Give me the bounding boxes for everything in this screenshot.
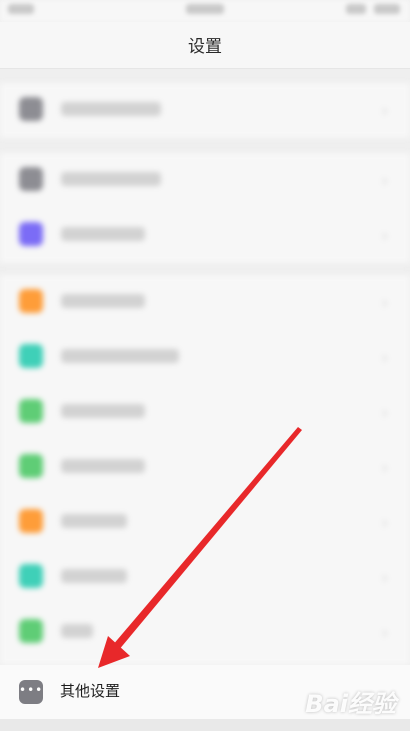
- page-title: 设置: [188, 37, 222, 57]
- row-label-blurred: [61, 102, 161, 116]
- row-label-blurred: [61, 294, 145, 308]
- settings-row[interactable]: ›: [0, 83, 410, 138]
- carrier-text: [8, 4, 34, 14]
- row-label-blurred: [61, 514, 127, 528]
- settings-row[interactable]: ›: [0, 208, 410, 263]
- chevron-right-icon: ›: [381, 458, 388, 477]
- settings-group-2: › ›: [0, 153, 410, 263]
- app-icon: [19, 344, 43, 368]
- settings-group-1: ›: [0, 83, 410, 138]
- row-label-blurred: [61, 624, 93, 638]
- settings-group-3: › › › › › › ›: [0, 275, 410, 665]
- chevron-right-icon: ›: [381, 513, 388, 532]
- row-label-blurred: [61, 459, 145, 473]
- settings-row[interactable]: ›: [0, 495, 410, 550]
- more-dots-icon: •••: [19, 680, 43, 704]
- chevron-right-icon: ›: [381, 348, 388, 367]
- settings-icon: [19, 167, 43, 191]
- app-icon: [19, 399, 43, 423]
- app-icon: [19, 289, 43, 313]
- row-label-blurred: [61, 172, 161, 186]
- settings-row[interactable]: ›: [0, 153, 410, 208]
- chevron-right-icon: ›: [381, 623, 388, 642]
- chevron-right-icon: ›: [381, 568, 388, 587]
- app-icon: [19, 454, 43, 478]
- chevron-right-icon: ›: [381, 171, 388, 190]
- settings-icon: [19, 97, 43, 121]
- navigation-bar: 设置: [0, 22, 410, 69]
- settings-row[interactable]: ›: [0, 330, 410, 385]
- settings-row[interactable]: ›: [0, 550, 410, 605]
- chevron-right-icon: ›: [381, 293, 388, 312]
- app-icon: [19, 564, 43, 588]
- chevron-right-icon: ›: [381, 101, 388, 120]
- baidu-jingyan-watermark: Bai经验: [305, 684, 396, 719]
- settings-row[interactable]: ›: [0, 605, 410, 660]
- battery-icon: [374, 4, 400, 14]
- app-icon: [19, 619, 43, 643]
- chevron-right-icon: ›: [381, 403, 388, 422]
- bottom-divider: [0, 719, 410, 731]
- other-settings-label: 其他设置: [60, 682, 121, 700]
- settings-row[interactable]: ›: [0, 385, 410, 440]
- signal-icon: [346, 4, 366, 14]
- status-bar: [0, 0, 410, 22]
- settings-row[interactable]: ›: [0, 275, 410, 330]
- row-label-blurred: [61, 569, 127, 583]
- app-icon: [19, 222, 43, 246]
- row-label-blurred: [61, 227, 145, 241]
- clock-text: [186, 4, 224, 14]
- row-label-blurred: [61, 404, 145, 418]
- chevron-right-icon: ›: [381, 226, 388, 245]
- watermark-text: Bai经验: [305, 690, 396, 718]
- row-label-blurred: [61, 349, 179, 363]
- settings-list[interactable]: › › › › › › › › › › ••• 其他设置: [0, 69, 410, 731]
- app-icon: [19, 509, 43, 533]
- settings-row[interactable]: ›: [0, 440, 410, 495]
